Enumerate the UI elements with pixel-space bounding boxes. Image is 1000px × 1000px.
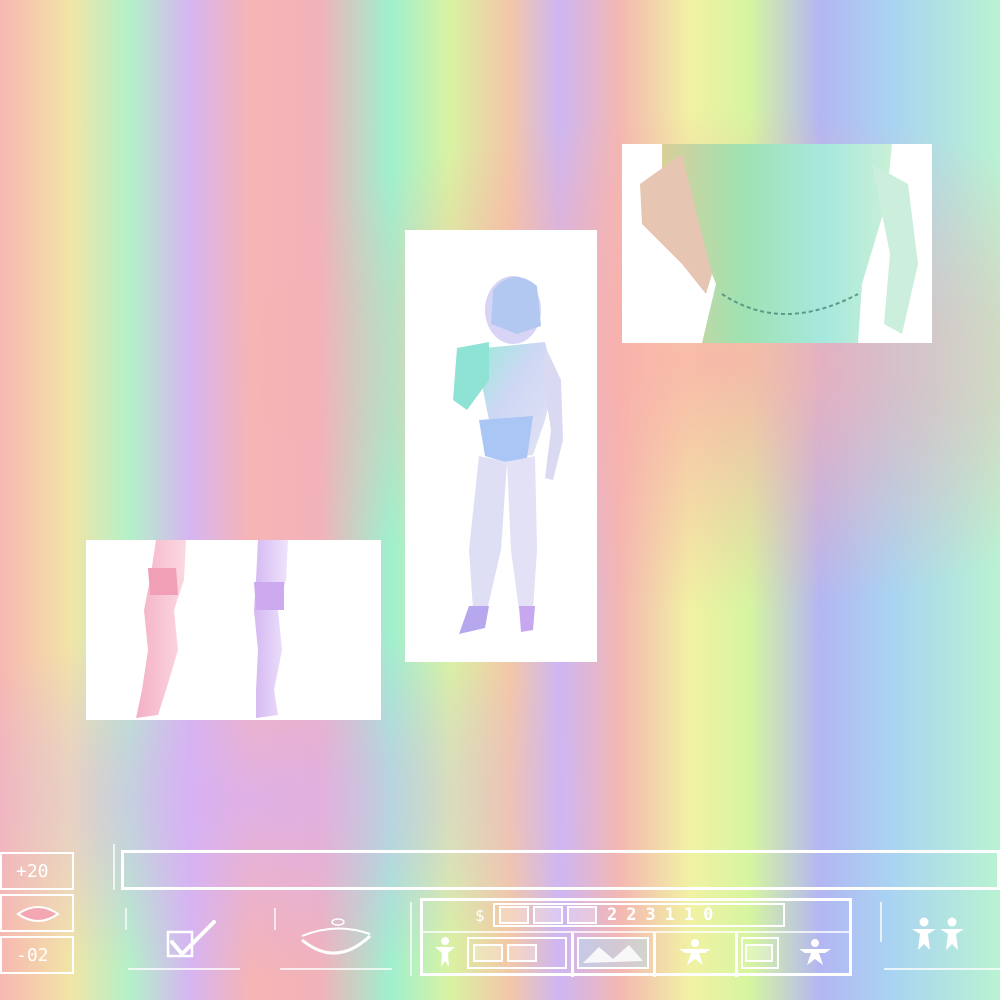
stats-row-divider <box>423 931 851 933</box>
stats-panel: $ 223110 <box>420 898 852 977</box>
underline-2 <box>280 968 392 970</box>
money-segment <box>567 906 597 924</box>
money-field: 223110 <box>493 903 785 927</box>
confirm-button[interactable] <box>160 916 220 960</box>
money-value: 223110 <box>607 905 723 925</box>
divider-2 <box>274 908 276 930</box>
pose-icon <box>679 939 711 965</box>
meter-segment <box>507 944 537 962</box>
value-box-bottom: -02 <box>0 936 74 974</box>
value-bottom: -02 <box>16 945 49 966</box>
two-figures-icon <box>912 917 964 950</box>
meter-segment <box>745 944 773 962</box>
underline-3 <box>884 968 1000 970</box>
divider-4 <box>880 902 882 942</box>
money-segment <box>533 906 563 924</box>
smile-icon <box>301 918 372 955</box>
meter-segment <box>473 944 503 962</box>
mouth-button[interactable] <box>296 916 376 960</box>
photo-legs <box>86 540 381 720</box>
wave-icon <box>583 945 643 963</box>
money-symbol: $ <box>475 906 485 925</box>
pose-left-button[interactable] <box>677 937 713 967</box>
hud-panel: +20 -02 $ 223110 <box>0 840 1000 1000</box>
underline-1 <box>128 968 240 970</box>
stats-divider-c <box>735 933 738 977</box>
divider-3 <box>410 902 412 976</box>
photo-torso <box>622 144 932 343</box>
pose-right-button[interactable] <box>797 937 833 967</box>
bar-divider <box>113 844 115 890</box>
stats-divider-b <box>653 933 656 977</box>
progress-bar <box>121 850 1000 890</box>
legs-image <box>136 540 288 718</box>
value-box-top: +20 <box>0 852 74 890</box>
torso-image <box>640 144 918 343</box>
figure-icon <box>433 935 457 969</box>
meter-box-active[interactable] <box>577 937 649 969</box>
full-body-image <box>453 276 563 634</box>
checkbox-check-icon <box>166 920 216 958</box>
lips-button[interactable] <box>0 894 74 932</box>
lips-icon <box>16 904 60 924</box>
divider-1 <box>125 908 127 930</box>
value-top: +20 <box>16 861 49 882</box>
stats-divider-a <box>571 933 574 977</box>
meter-box-small <box>741 937 779 969</box>
pair-button[interactable] <box>910 916 966 954</box>
photo-full-body <box>405 230 597 662</box>
money-segment <box>499 906 529 924</box>
meter-box <box>467 937 567 969</box>
pose-icon <box>799 939 831 965</box>
